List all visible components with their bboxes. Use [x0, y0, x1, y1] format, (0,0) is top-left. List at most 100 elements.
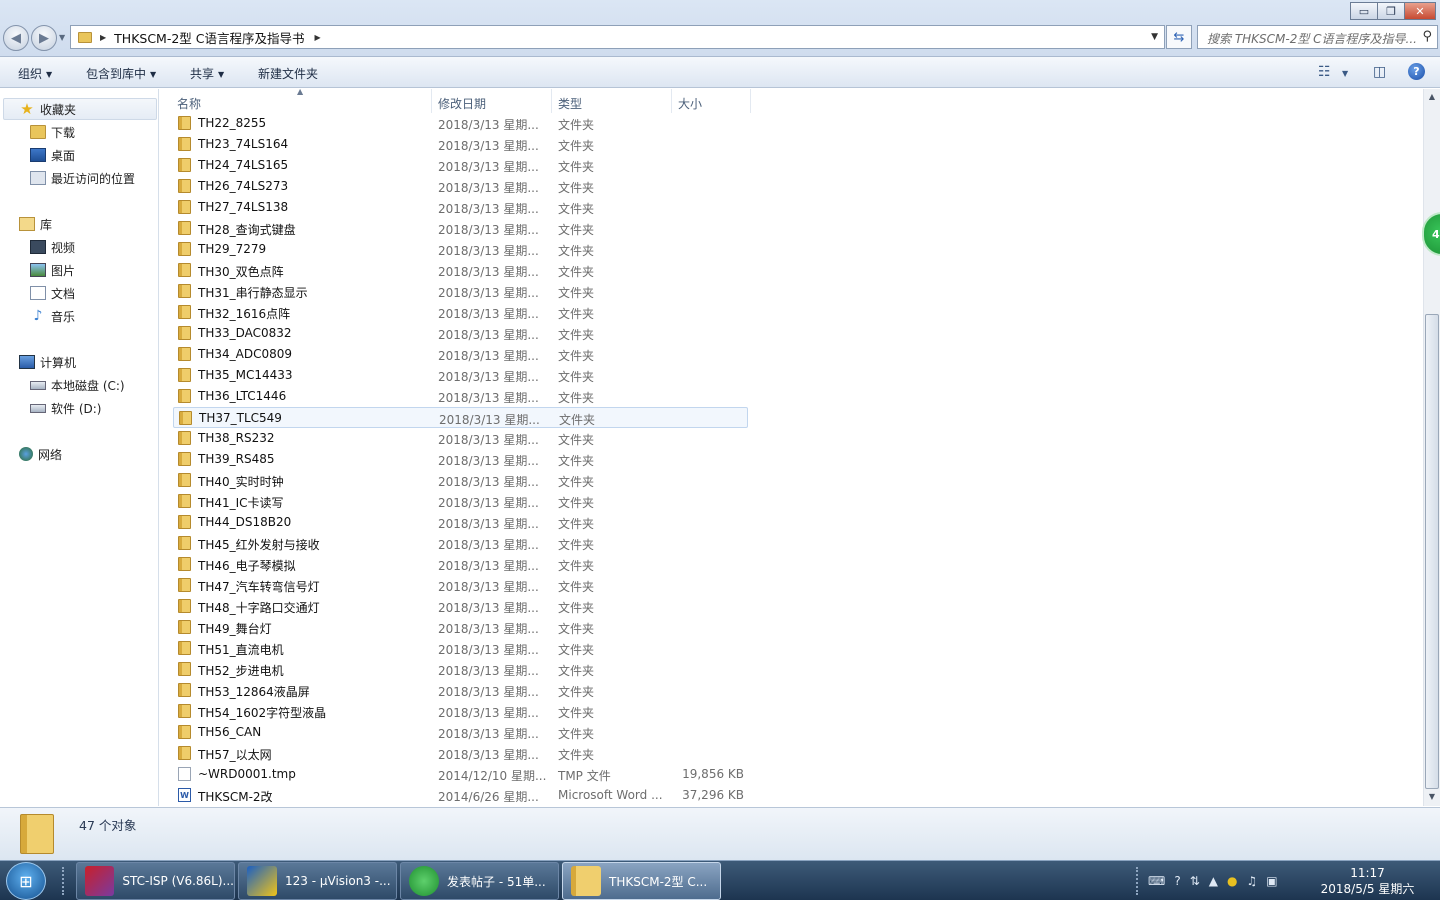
table-row[interactable]: TH31_串行静态显示 2018/3/13 星期... 文件夹: [173, 281, 748, 302]
column-header-name[interactable]: 名称: [172, 89, 432, 113]
scroll-up-icon[interactable]: ▲: [1424, 89, 1440, 105]
input-method-icon[interactable]: ⇅: [1190, 874, 1200, 888]
breadcrumb-chevron-icon[interactable]: ▶: [315, 33, 321, 42]
address-bar[interactable]: ▶ THKSCM-2型 C语言程序及指导书 ▶ ▼: [70, 25, 1165, 49]
table-row[interactable]: TH53_12864液晶屏 2018/3/13 星期... 文件夹: [173, 680, 748, 701]
preview-pane-icon[interactable]: ◫: [1373, 64, 1386, 80]
nav-disk-c[interactable]: 本地磁盘 (C:): [30, 375, 125, 395]
address-dropdown-icon[interactable]: ▼: [1151, 32, 1158, 42]
share-button[interactable]: 共享 ▼: [190, 65, 224, 82]
volume-icon[interactable]: ♫: [1246, 874, 1257, 888]
column-header-size[interactable]: 大小: [673, 89, 751, 113]
nav-desktop[interactable]: 桌面: [30, 145, 75, 165]
table-row[interactable]: TH46_电子琴模拟 2018/3/13 星期... 文件夹: [173, 554, 748, 575]
scroll-down-icon[interactable]: ▼: [1424, 789, 1440, 805]
table-row[interactable]: TH49_舞台灯 2018/3/13 星期... 文件夹: [173, 617, 748, 638]
table-row[interactable]: TH47_汽车转弯信号灯 2018/3/13 星期... 文件夹: [173, 575, 748, 596]
network-tray-icon[interactable]: ▣: [1266, 874, 1277, 888]
table-row[interactable]: TH40_实时时钟 2018/3/13 星期... 文件夹: [173, 470, 748, 491]
breadcrumb-current-folder[interactable]: THKSCM-2型 C语言程序及指导书: [114, 28, 304, 47]
nav-disk-d[interactable]: 软件 (D:): [30, 398, 101, 418]
view-dropdown-icon[interactable]: ▼: [1342, 69, 1348, 78]
organize-button[interactable]: 组织 ▼: [18, 65, 52, 82]
taskbar-grip[interactable]: [1136, 867, 1140, 895]
nav-music[interactable]: ♪ 音乐: [30, 306, 75, 326]
file-name: TH52_步进电机: [198, 664, 284, 678]
search-icon[interactable]: ⚲: [1422, 29, 1432, 44]
file-type: 文件夹: [558, 622, 595, 636]
table-row[interactable]: TH29_7279 2018/3/13 星期... 文件夹: [173, 239, 748, 260]
search-input[interactable]: 搜索 THKSCM-2型 C语言程序及指导... ⚲: [1197, 25, 1438, 49]
keyboard-icon[interactable]: ⌨: [1148, 874, 1165, 888]
taskbar-button[interactable]: THKSCM-2型 C...: [562, 862, 721, 900]
close-button[interactable]: ✕: [1404, 2, 1436, 20]
nav-computer[interactable]: 计算机: [19, 352, 76, 372]
table-row[interactable]: TH41_IC卡读写 2018/3/13 星期... 文件夹: [173, 491, 748, 512]
nav-network[interactable]: 网络: [19, 444, 62, 464]
back-button[interactable]: ◀: [3, 25, 29, 51]
forward-button[interactable]: ▶: [31, 25, 57, 51]
scrollbar-thumb[interactable]: [1425, 314, 1439, 789]
view-options-icon[interactable]: ☷: [1318, 64, 1331, 80]
nav-recent[interactable]: 最近访问的位置: [30, 168, 135, 188]
clock[interactable]: 11:17 2018/5/5 星期六: [1310, 865, 1425, 897]
table-row[interactable]: TH38_RS232 2018/3/13 星期... 文件夹: [173, 428, 748, 449]
new-folder-button[interactable]: 新建文件夹: [258, 65, 318, 82]
table-row[interactable]: ~WRD0001.tmp 2014/12/10 星期... TMP 文件 19,856…: [173, 764, 748, 785]
vertical-scrollbar[interactable]: ▲ ▼: [1423, 89, 1440, 806]
nav-downloads[interactable]: 下载: [30, 122, 75, 142]
nav-video[interactable]: 视频: [30, 237, 75, 257]
nav-documents[interactable]: 文档: [30, 283, 75, 303]
security-icon[interactable]: ●: [1227, 874, 1237, 888]
taskbar-button[interactable]: STC-ISP (V6.86L)...: [76, 862, 235, 900]
table-row[interactable]: TH27_74LS138 2018/3/13 星期... 文件夹: [173, 197, 748, 218]
table-row[interactable]: TH56_CAN 2018/3/13 星期... 文件夹: [173, 722, 748, 743]
taskbar-button[interactable]: 发表帖子 - 51单...: [400, 862, 559, 900]
table-row[interactable]: TH36_LTC1446 2018/3/13 星期... 文件夹: [173, 386, 748, 407]
table-row[interactable]: TH34_ADC0809 2018/3/13 星期... 文件夹: [173, 344, 748, 365]
table-row[interactable]: TH22_8255 2018/3/13 星期... 文件夹: [173, 113, 748, 134]
recent-places-icon: [30, 171, 46, 185]
table-row[interactable]: TH32_1616点阵 2018/3/13 星期... 文件夹: [173, 302, 748, 323]
recent-pages-dropdown-icon[interactable]: ▼: [59, 33, 65, 42]
table-row[interactable]: TH45_红外发射与接收 2018/3/13 星期... 文件夹: [173, 533, 748, 554]
column-header-type[interactable]: 类型: [553, 89, 672, 113]
column-header-date[interactable]: 修改日期: [433, 89, 552, 113]
table-row[interactable]: TH51_直流电机 2018/3/13 星期... 文件夹: [173, 638, 748, 659]
table-row[interactable]: TH37_TLC549 2018/3/13 星期... 文件夹: [173, 407, 748, 428]
nav-favorites[interactable]: ★ 收藏夹: [19, 99, 76, 119]
nav-pictures[interactable]: 图片: [30, 260, 75, 280]
file-type: 文件夹: [558, 664, 595, 678]
title-bar: ▭ ❐ ✕ ◀ ▶ ▼ ▶ THKSCM-2型 C语言程序及指导书 ▶ ▼ ⇆ …: [0, 0, 1440, 57]
taskbar-grip[interactable]: [62, 867, 66, 895]
table-row[interactable]: TH52_步进电机 2018/3/13 星期... 文件夹: [173, 659, 748, 680]
folder-icon: [178, 494, 191, 508]
file-name: TH51_直流电机: [198, 643, 284, 657]
table-row[interactable]: TH39_RS485 2018/3/13 星期... 文件夹: [173, 449, 748, 470]
table-row[interactable]: TH26_74LS273 2018/3/13 星期... 文件夹: [173, 176, 748, 197]
start-button[interactable]: ⊞: [6, 862, 46, 900]
taskbar-button[interactable]: 123 - µVision3 -...: [238, 862, 397, 900]
file-date: 2018/3/13 星期...: [438, 307, 539, 321]
include-library-button[interactable]: 包含到库中 ▼: [86, 65, 156, 82]
table-row[interactable]: TH54_1602字符型液晶 2018/3/13 星期... 文件夹: [173, 701, 748, 722]
table-row[interactable]: TH30_双色点阵 2018/3/13 星期... 文件夹: [173, 260, 748, 281]
table-row[interactable]: TH24_74LS165 2018/3/13 星期... 文件夹: [173, 155, 748, 176]
table-row[interactable]: TH44_DS18B20 2018/3/13 星期... 文件夹: [173, 512, 748, 533]
table-row[interactable]: TH57_以太网 2018/3/13 星期... 文件夹: [173, 743, 748, 764]
table-row[interactable]: W THKSCM-2改 2014/6/26 星期... Microsoft Word …: [173, 785, 748, 806]
maximize-button[interactable]: ❐: [1377, 2, 1405, 20]
file-date: 2018/3/13 星期...: [438, 580, 539, 594]
table-row[interactable]: TH35_MC14433 2018/3/13 星期... 文件夹: [173, 365, 748, 386]
table-row[interactable]: TH33_DAC0832 2018/3/13 星期... 文件夹: [173, 323, 748, 344]
breadcrumb-chevron-icon[interactable]: ▶: [100, 33, 106, 42]
table-row[interactable]: TH28_查询式键盘 2018/3/13 星期... 文件夹: [173, 218, 748, 239]
nav-libraries[interactable]: 库: [19, 214, 52, 234]
table-row[interactable]: TH48_十字路口交通灯 2018/3/13 星期... 文件夹: [173, 596, 748, 617]
refresh-button[interactable]: ⇆: [1166, 25, 1192, 49]
show-hidden-icons-icon[interactable]: ▲: [1209, 874, 1218, 888]
table-row[interactable]: TH23_74LS164 2018/3/13 星期... 文件夹: [173, 134, 748, 155]
help-icon[interactable]: ?: [1408, 63, 1425, 80]
help-tray-icon[interactable]: ?: [1174, 874, 1180, 888]
minimize-button[interactable]: ▭: [1350, 2, 1378, 20]
